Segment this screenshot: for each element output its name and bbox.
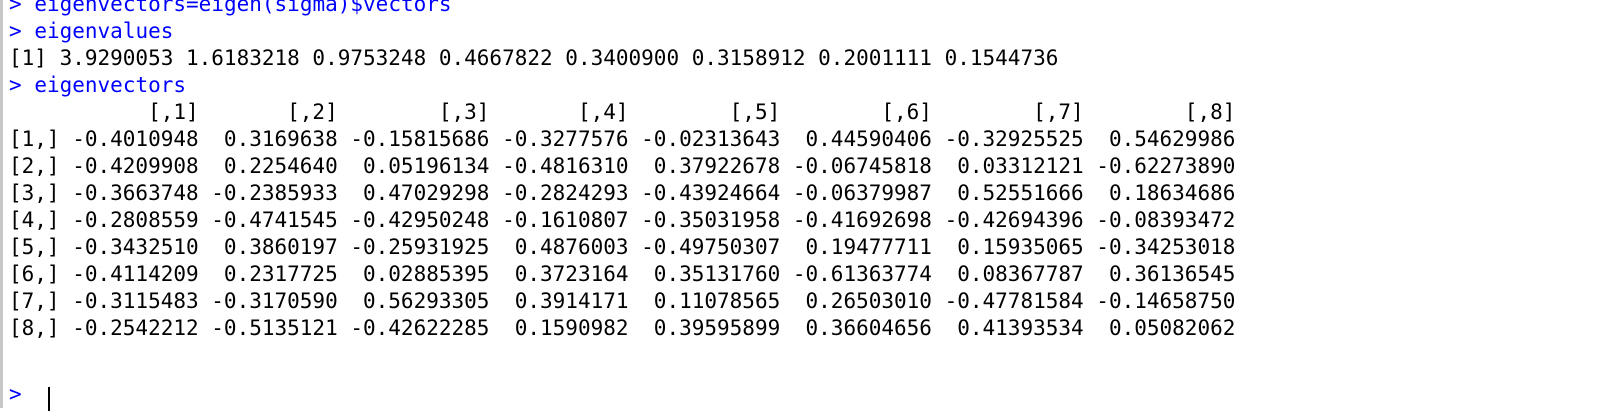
matrix-header: [,1] [,2] [,3] [,4] [,5] [,6] [,7] [,8]	[9, 100, 1236, 124]
command-line: > eigenvalues	[9, 18, 173, 45]
command-line: > eigenvectors=eigen(sigma)$vectors	[9, 0, 452, 18]
matrix-row: [5,] -0.3432510 0.3860197 -0.25931925 0.…	[9, 235, 1236, 259]
matrix-row: [4,] -0.2808559 -0.4741545 -0.42950248 -…	[9, 208, 1236, 232]
r-console[interactable]: > eigenvectors=eigen(sigma)$vectors > ei…	[0, 0, 1598, 411]
matrix-row: [1,] -0.4010948 0.3169638 -0.15815686 -0…	[9, 127, 1236, 151]
matrix-row: [6,] -0.4114209 0.2317725 0.02885395 0.3…	[9, 262, 1236, 286]
active-prompt[interactable]: >	[9, 381, 34, 408]
matrix-row: [8,] -0.2542212 -0.5135121 -0.42622285 0…	[9, 316, 1236, 340]
matrix-row: [7,] -0.3115483 -0.3170590 0.56293305 0.…	[9, 289, 1236, 313]
prompt: >	[9, 19, 22, 43]
text-cursor	[48, 387, 50, 411]
command-text: eigenvectors=eigen(sigma)$vectors	[34, 0, 452, 16]
command-text: eigenvectors	[34, 73, 187, 97]
matrix-row: [2,] -0.4209908 0.2254640 0.05196134 -0.…	[9, 154, 1236, 178]
command-text: eigenvalues	[34, 19, 174, 43]
command-line: > eigenvectors	[9, 72, 186, 99]
matrix-row: [3,] -0.3663748 -0.2385933 0.47029298 -0…	[9, 181, 1236, 205]
prompt: >	[9, 73, 22, 97]
prompt: >	[9, 0, 22, 16]
eigenvalues-output: [1] 3.9290053 1.6183218 0.9753248 0.4667…	[9, 46, 1059, 70]
prompt: >	[9, 382, 22, 406]
